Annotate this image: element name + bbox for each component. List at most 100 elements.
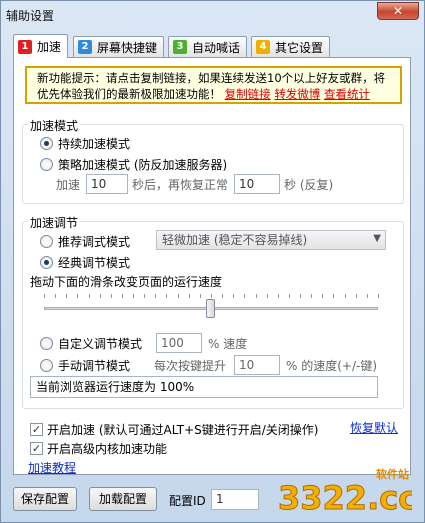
strategy-mode-label: 策略加速模式 (防反加速服务器) <box>58 158 228 172</box>
title-bar: 辅助设置 ✕ <box>1 1 424 29</box>
speed-slider-thumb[interactable] <box>206 299 215 318</box>
custom-mode-option[interactable]: 自定义调节模式 100 % 速度 <box>40 333 247 353</box>
slider-tick <box>300 294 301 298</box>
recommend-select-value: 轻微加速 (稳定不容易掉线) <box>162 233 308 247</box>
slider-tick <box>267 294 268 298</box>
tutorial-link[interactable]: 加速教程 <box>28 459 76 476</box>
tab-label: 其它设置 <box>275 40 324 55</box>
slider-tick <box>144 294 145 298</box>
accel-seconds-input[interactable]: 10 <box>86 174 129 194</box>
manual-step-input[interactable]: 10 <box>234 355 281 375</box>
tab-panel-accelerate: 新功能提示：请点击复制链接，如果连续发送10个以上好友或群，将 优先体验我们的最… <box>13 57 411 475</box>
tab-number-icon: 3 <box>173 40 187 54</box>
tab-auto-shout[interactable]: 3 自动喊话 <box>168 36 248 57</box>
config-id-input[interactable]: 1 <box>211 489 259 510</box>
custom-mode-label: 自定义调节模式 <box>58 336 143 351</box>
slider-tick <box>89 294 90 298</box>
tab-accelerate[interactable]: 1 加速 <box>13 34 69 58</box>
slider-tick <box>100 294 101 298</box>
restore-default-link[interactable]: 恢复默认 <box>350 419 398 436</box>
custom-speed-suffix: % 速度 <box>208 336 248 351</box>
settings-window: 辅助设置 ✕ 1 加速 2 屏幕快捷键 3 自动喊话 4 其它设置 新功能提示：… <box>0 0 425 523</box>
enable-accel-label: 开启加速 (默认可通过ALT+S键进行开启/关闭操作) <box>47 423 319 437</box>
classic-mode-radio[interactable] <box>40 256 53 269</box>
classic-mode-label: 经典调节模式 <box>58 256 131 270</box>
continuous-mode-radio[interactable] <box>40 137 53 150</box>
strategy-mode-radio[interactable] <box>40 158 53 171</box>
watermark-text: 3322.cc <box>278 479 412 517</box>
accel-mid-text: 秒后，再恢复正常 <box>132 177 229 192</box>
tab-number-icon: 4 <box>256 40 270 54</box>
config-id-label: 配置ID <box>169 494 206 508</box>
notice-line-2: 优先体验我们的最新极限加速功能！ <box>37 87 221 101</box>
close-button[interactable]: ✕ <box>377 2 419 20</box>
enable-kernel-label: 开启高级内核加速功能 <box>47 442 168 456</box>
restore-seconds-input[interactable]: 10 <box>234 174 281 194</box>
save-config-button[interactable]: 保存配置 <box>13 487 77 511</box>
slider-tick <box>44 294 45 298</box>
accel-prefix: 加速 <box>56 177 81 192</box>
slider-tick <box>378 294 379 298</box>
slider-tick <box>155 294 156 298</box>
tab-number-icon: 2 <box>78 40 92 54</box>
slider-tick <box>178 294 179 298</box>
slider-tick <box>189 294 190 298</box>
slider-tick <box>111 294 112 298</box>
enable-kernel-checkbox[interactable]: ✓ <box>30 442 43 455</box>
slider-tick <box>289 294 290 298</box>
accel-mode-title: 加速模式 <box>28 117 81 134</box>
enable-accel-option[interactable]: ✓ 开启加速 (默认可通过ALT+S键进行开启/关闭操作) <box>30 421 318 438</box>
continuous-mode-label: 持续加速模式 <box>58 137 131 151</box>
slider-tick <box>322 294 323 298</box>
manual-mode-label: 手动调节模式 <box>58 358 131 373</box>
tab-number-icon: 1 <box>18 39 32 54</box>
manual-mode-option[interactable]: 手动调节模式 每次按键提升 10 % 的速度(+/-键) <box>40 355 377 375</box>
slider-tick <box>367 294 368 298</box>
tab-label: 自动喊话 <box>192 40 241 55</box>
slider-tick <box>122 294 123 298</box>
classic-mode-option[interactable]: 经典调节模式 <box>40 254 130 271</box>
slider-tick <box>66 294 67 298</box>
load-config-button[interactable]: 加载配置 <box>89 487 157 511</box>
view-stats-link[interactable]: 查看统计 <box>324 87 370 101</box>
window-title: 辅助设置 <box>6 9 55 23</box>
slider-tick <box>133 294 134 298</box>
current-speed-status: 当前浏览器运行速度为 100% <box>30 376 378 398</box>
enable-accel-checkbox[interactable]: ✓ <box>30 423 43 436</box>
tab-other-settings[interactable]: 4 其它设置 <box>251 36 331 57</box>
slider-tick <box>55 294 56 298</box>
tab-label: 加速 <box>37 40 62 54</box>
slider-tick <box>166 294 167 298</box>
manual-step-suffix: % 的速度(+/-键) <box>286 358 378 373</box>
tab-screen-hotkeys[interactable]: 2 屏幕快捷键 <box>73 36 165 57</box>
slider-tick <box>278 294 279 298</box>
slider-tick <box>200 294 201 298</box>
manual-mode-radio[interactable] <box>40 358 53 372</box>
recommend-mode-option[interactable]: 推荐调式模式 <box>40 233 130 250</box>
slider-tick <box>311 294 312 298</box>
slider-tick <box>222 294 223 298</box>
strategy-timing-row: 加速 10 秒后，再恢复正常 10 秒 (反复) <box>56 174 333 194</box>
speed-adjust-title: 加速调节 <box>28 214 81 231</box>
strategy-mode-option[interactable]: 策略加速模式 (防反加速服务器) <box>40 156 227 173</box>
recommend-mode-label: 推荐调式模式 <box>58 235 131 249</box>
slider-tick <box>356 294 357 298</box>
recommend-mode-radio[interactable] <box>40 235 53 248</box>
notice-line-1: 新功能提示：请点击复制链接，如果连续发送10个以上好友或群，将 <box>37 71 386 85</box>
feature-notice: 新功能提示：请点击复制链接，如果连续发送10个以上好友或群，将 优先体验我们的最… <box>25 66 402 104</box>
forward-weibo-link[interactable]: 转发微博 <box>274 87 320 101</box>
manual-step-prefix: 每次按键提升 <box>154 358 227 373</box>
custom-mode-radio[interactable] <box>40 336 53 350</box>
recommend-level-select[interactable]: 轻微加速 (稳定不容易掉线) ▼ <box>156 230 386 250</box>
slider-tick <box>77 294 78 298</box>
enable-kernel-option[interactable]: ✓ 开启高级内核加速功能 <box>30 440 167 457</box>
custom-speed-input[interactable]: 100 <box>156 333 203 353</box>
slider-tick <box>244 294 245 298</box>
copy-link[interactable]: 复制链接 <box>225 87 271 101</box>
continuous-mode-option[interactable]: 持续加速模式 <box>40 135 130 152</box>
chevron-down-icon: ▼ <box>373 233 381 244</box>
tab-label: 屏幕快捷键 <box>97 40 158 55</box>
site-watermark-logo: 软件站 3322.cc <box>278 467 413 518</box>
restore-suffix: 秒 (反复) <box>284 177 334 192</box>
slider-hint: 拖动下面的滑条改变页面的运行速度 <box>30 275 223 289</box>
